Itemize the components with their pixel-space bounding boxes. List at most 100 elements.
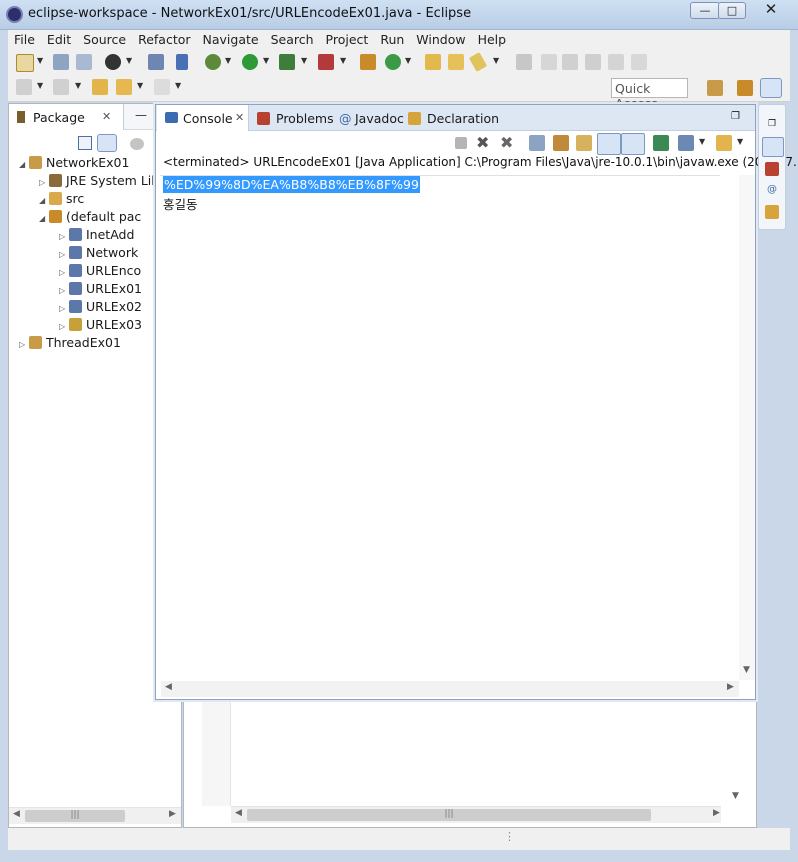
problems-icon[interactable] (765, 162, 779, 176)
open-type-icon[interactable] (425, 54, 441, 70)
back-icon[interactable] (116, 79, 132, 95)
menu-window[interactable]: Window (410, 30, 471, 50)
console-output-line[interactable]: 홍길동 (163, 196, 198, 213)
tree-item[interactable]: ▷ Network (59, 244, 138, 262)
skip-breakpoints-icon[interactable] (176, 54, 188, 70)
close-icon[interactable]: ✕ (102, 110, 111, 123)
tree-item[interactable]: ▷ JRE System Lib (39, 172, 159, 190)
remove-launch-icon[interactable]: ✖ (476, 133, 489, 152)
display-selected-console-icon[interactable] (678, 135, 694, 151)
open-console-icon[interactable] (716, 135, 732, 151)
console-output[interactable]: %ED%99%8D%EA%B8%B8%EB%8F%99 홍길동 (160, 175, 720, 680)
expand-toggle-icon[interactable]: ◢ (19, 156, 29, 174)
open-console-icon[interactable] (148, 54, 164, 70)
save-icon[interactable] (53, 54, 69, 70)
restore-view-icon[interactable]: ❐ (731, 111, 740, 122)
forward-icon[interactable] (154, 79, 170, 95)
word-wrap-icon[interactable] (576, 135, 592, 151)
chevron-down-icon[interactable]: ▼ (340, 56, 346, 65)
horizontal-scrollbar[interactable]: ◀ ▶ (161, 681, 739, 697)
menu-refactor[interactable]: Refactor (132, 30, 196, 50)
show-console-stderr-icon[interactable] (621, 133, 645, 155)
new-icon[interactable] (16, 54, 34, 72)
link-with-editor-icon[interactable] (97, 134, 117, 152)
tree-item[interactable]: ▷ InetAdd (59, 226, 134, 244)
tab-problems[interactable]: Problems (276, 111, 334, 126)
menu-file[interactable]: File (8, 30, 41, 50)
chevron-down-icon[interactable]: ▼ (175, 81, 181, 90)
run-icon[interactable] (242, 54, 258, 70)
minimize-button[interactable]: — (690, 2, 720, 19)
scroll-right-icon[interactable]: ▶ (727, 682, 734, 692)
paragraph-icon[interactable] (631, 54, 647, 70)
chevron-down-icon[interactable]: ▼ (699, 137, 705, 146)
tree-item[interactable]: ▷ ThreadEx01 (19, 334, 121, 352)
console-output-line[interactable]: %ED%99%8D%EA%B8%B8%EB%8F%99 (163, 176, 420, 193)
scroll-thumb[interactable]: ||| (247, 809, 651, 821)
editor-area[interactable]: ◀ ||| ▶ ▼ (183, 700, 757, 828)
chevron-down-icon[interactable]: ▼ (37, 56, 43, 65)
javadoc-icon[interactable]: @ (765, 183, 779, 197)
console-icon[interactable] (762, 137, 784, 157)
expand-toggle-icon[interactable]: ◢ (39, 210, 49, 228)
chevron-down-icon[interactable]: ▼ (37, 81, 43, 90)
chevron-down-icon[interactable]: ▼ (263, 56, 269, 65)
chevron-down-icon[interactable]: ▼ (493, 56, 499, 65)
scroll-down-icon[interactable]: ▼ (732, 791, 739, 801)
scroll-down-icon[interactable]: ▼ (743, 665, 750, 675)
close-button[interactable]: ✕ (752, 2, 790, 19)
editor-horizontal-scrollbar[interactable]: ◀ ||| ▶ (231, 806, 721, 823)
link-icon[interactable] (562, 54, 578, 70)
annotation-icon[interactable] (541, 54, 557, 70)
horizontal-scrollbar[interactable]: ◀ ||| ▶ (9, 807, 181, 824)
menu-source[interactable]: Source (77, 30, 132, 50)
scroll-thumb[interactable]: ||| (25, 810, 125, 822)
java-perspective-icon[interactable] (737, 80, 753, 96)
tree-item[interactable]: ▷ URLEnco (59, 262, 141, 280)
view-menu-icon[interactable] (130, 138, 144, 150)
save-all-icon[interactable] (76, 54, 92, 70)
chevron-down-icon[interactable]: ▼ (301, 56, 307, 65)
menu-search[interactable]: Search (265, 30, 320, 50)
chevron-down-icon[interactable]: ▼ (126, 56, 132, 65)
close-icon[interactable]: ✕ (235, 111, 244, 124)
new-java-package-icon[interactable] (360, 54, 376, 70)
chevron-down-icon[interactable]: ▼ (405, 56, 411, 65)
debug-perspective-button[interactable] (760, 78, 782, 98)
tree-item[interactable]: ▷ URLEx02 (59, 298, 142, 316)
tab-declaration[interactable]: Declaration (427, 111, 499, 126)
user-icon[interactable] (105, 54, 121, 70)
open-folder-icon[interactable] (448, 54, 464, 70)
maximize-button[interactable]: □ (718, 2, 746, 19)
show-console-stdout-icon[interactable] (597, 133, 621, 155)
tab-console[interactable]: Console ✕ (157, 105, 249, 132)
menu-edit[interactable]: Edit (41, 30, 77, 50)
tab-package-explorer[interactable]: Package ✕ (9, 104, 124, 130)
quick-access-input[interactable]: Quick Access (611, 78, 688, 111)
tree-item[interactable]: ▷ URLEx01 (59, 280, 142, 298)
debug-icon[interactable] (205, 54, 221, 70)
chevron-down-icon[interactable]: ▼ (75, 81, 81, 90)
pen-icon[interactable] (468, 52, 488, 72)
menu-run[interactable]: Run (374, 30, 410, 50)
terminate-icon[interactable] (455, 137, 467, 149)
tab-javadoc[interactable]: Javadoc (355, 111, 404, 126)
search-icon[interactable] (516, 54, 532, 70)
remove-all-terminated-icon[interactable]: ✖ (500, 133, 513, 152)
restore-view-icon[interactable]: ❐ (765, 117, 779, 131)
clear-console-icon[interactable] (529, 135, 545, 151)
show-whitespace-icon[interactable] (608, 54, 624, 70)
menu-navigate[interactable]: Navigate (197, 30, 265, 50)
tree-item[interactable]: ◢ NetworkEx01 (19, 154, 129, 172)
chevron-down-icon[interactable]: ▼ (137, 81, 143, 90)
last-edit-location-icon[interactable] (92, 79, 108, 95)
scroll-lock-icon[interactable] (553, 135, 569, 151)
menu-project[interactable]: Project (320, 30, 375, 50)
previous-annotation-icon[interactable] (53, 79, 69, 95)
declaration-icon[interactable] (765, 205, 779, 219)
collapse-all-icon[interactable] (78, 136, 92, 150)
chevron-down-icon[interactable]: ▼ (225, 56, 231, 65)
tree-item[interactable]: ◢ src (39, 190, 84, 208)
toggle-block-icon[interactable] (585, 54, 601, 70)
chevron-down-icon[interactable]: ▼ (737, 137, 743, 146)
